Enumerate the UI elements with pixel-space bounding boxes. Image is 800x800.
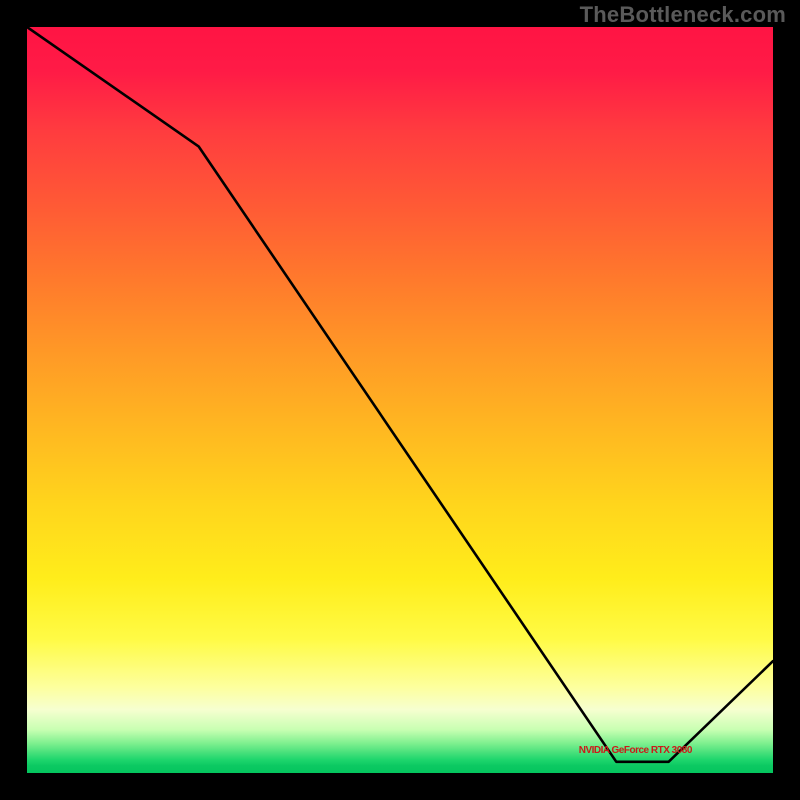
- watermark-text: TheBottleneck.com: [580, 2, 786, 28]
- plot-area: NVIDIA GeForce RTX 3080: [27, 27, 773, 773]
- gpu-annotation: NVIDIA GeForce RTX 3080: [579, 745, 692, 756]
- chart-container: TheBottleneck.com NVIDIA GeForce RTX 308…: [0, 0, 800, 800]
- bottleneck-curve-line: [27, 27, 773, 762]
- chart-line-layer: [27, 27, 773, 773]
